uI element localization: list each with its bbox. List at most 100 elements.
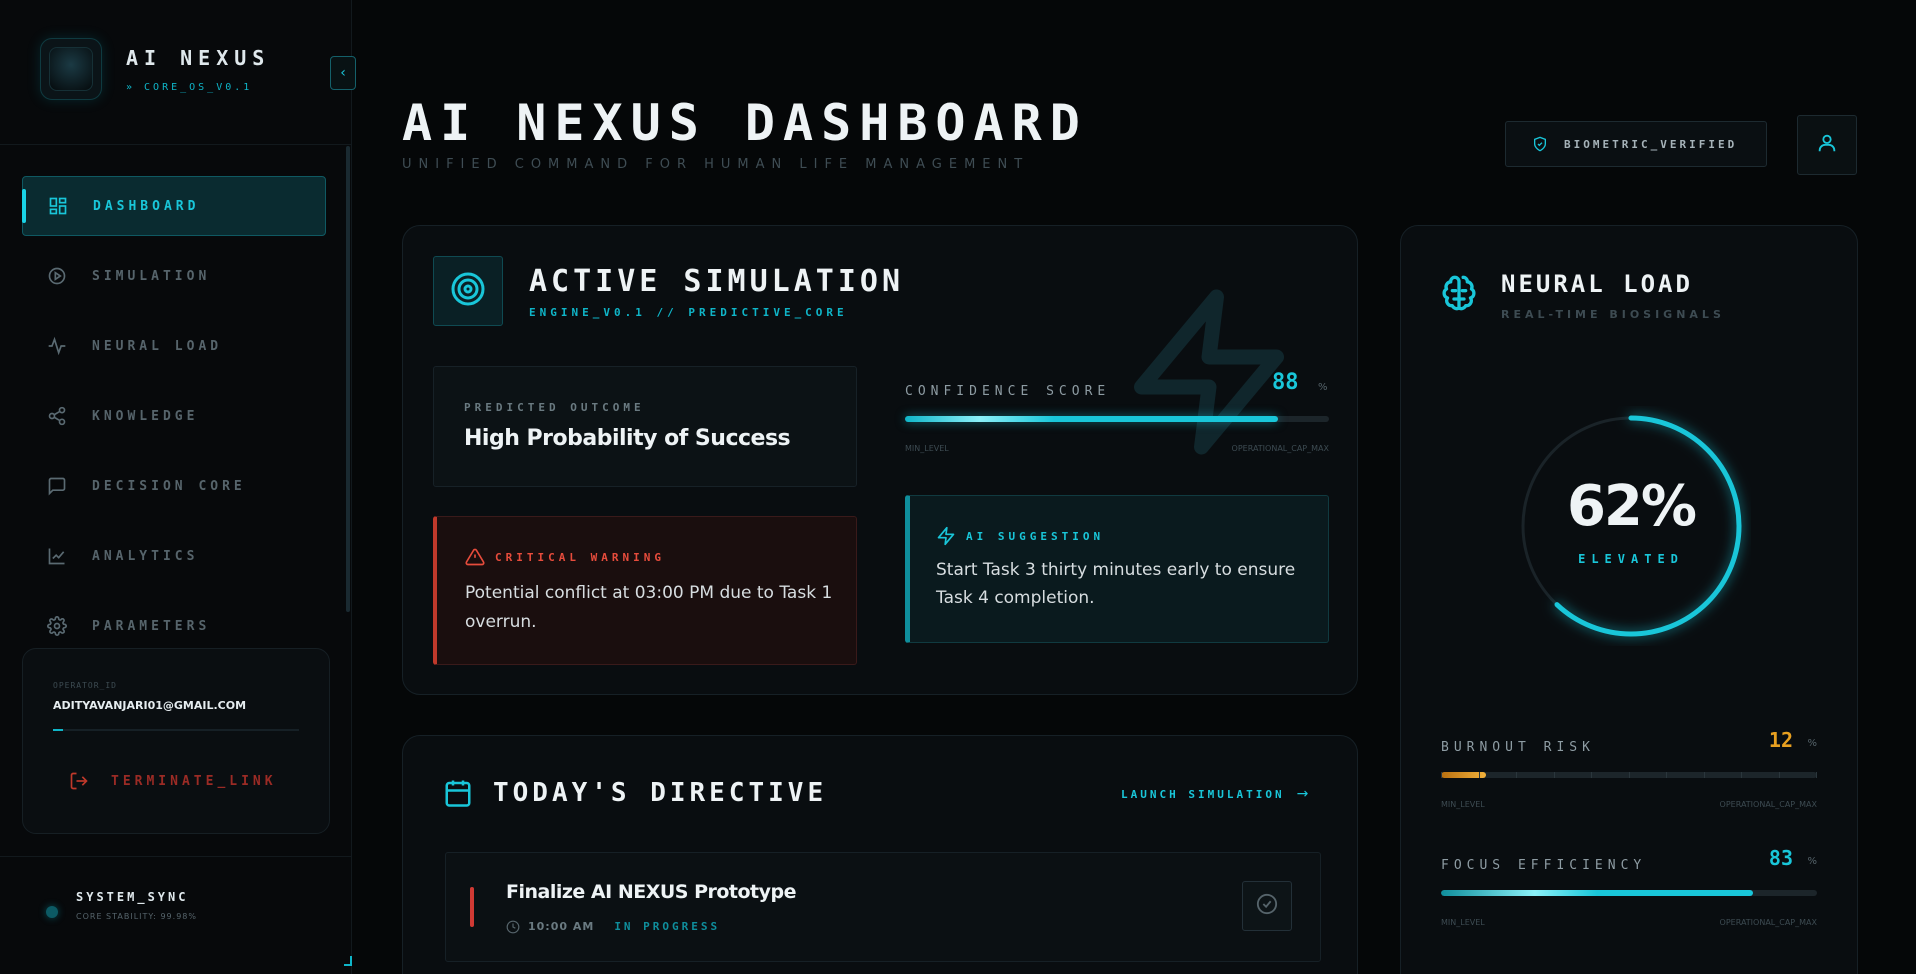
task-time: 10:00 AM: [528, 919, 595, 933]
task-complete-button[interactable]: [1242, 881, 1292, 931]
shield-check-icon: [1532, 136, 1548, 152]
sidebar-item-simulation[interactable]: SIMULATION: [22, 246, 326, 306]
brand-text: AI NEXUS » CORE_OS_V0.1: [126, 46, 270, 93]
alert-triangle-icon: [465, 547, 485, 567]
sync-subtitle: CORE STABILITY: 99.98%: [76, 912, 197, 921]
system-sync-status: SYSTEM_SYNC CORE STABILITY: 99.98%: [46, 890, 197, 921]
burnout-min-label: MIN_LEVEL: [1441, 800, 1485, 809]
simulation-subtitle: ENGINE_V0.1 // PREDICTIVE_CORE: [529, 306, 848, 319]
target-icon: [450, 271, 486, 311]
launch-simulation-button[interactable]: LAUNCH SIMULATION →: [1121, 786, 1308, 802]
neural-load-state: ELEVATED: [1578, 552, 1684, 566]
operator-progress: [53, 729, 299, 731]
sidebar-item-parameters[interactable]: PARAMETERS: [22, 596, 326, 656]
chevron-left-icon: ‹: [340, 65, 346, 81]
neural-subtitle: REAL-TIME BIOSIGNALS: [1501, 308, 1725, 321]
directive-title: TODAY'S DIRECTIVE: [493, 778, 828, 808]
confidence-value: 88: [1272, 370, 1299, 395]
task-title: Finalize AI NEXUS Prototype: [506, 881, 797, 903]
calendar-icon: [443, 778, 473, 808]
sidebar-item-label: ANALYTICS: [92, 548, 199, 564]
confidence-bar: [905, 416, 1329, 422]
neural-title: NEURAL LOAD: [1501, 270, 1693, 298]
message-square-icon: [46, 475, 68, 497]
grid-icon: [47, 195, 69, 217]
logo-image: [49, 47, 93, 91]
task-status: IN PROGRESS: [614, 919, 721, 933]
terminate-link-button[interactable]: TERMINATE_LINK: [69, 771, 277, 791]
user-profile-button[interactable]: [1797, 115, 1857, 175]
confidence-unit: %: [1318, 382, 1328, 393]
page-subtitle: UNIFIED COMMAND FOR HUMAN LIFE MANAGEMEN…: [402, 157, 1030, 172]
sidebar-item-label: SIMULATION: [92, 268, 211, 284]
focus-min-label: MIN_LEVEL: [1441, 918, 1485, 927]
sidebar-item-label: PARAMETERS: [92, 618, 211, 634]
confidence-bar-fill: [905, 416, 1279, 422]
outcome-value: High Probability of Success: [464, 426, 791, 451]
warning-header: CRITICAL WARNING: [465, 547, 665, 567]
arrow-right-icon: →: [1296, 786, 1309, 802]
sidebar-item-dashboard[interactable]: DASHBOARD: [22, 176, 326, 236]
operator-label: OPERATOR_ID: [53, 681, 117, 690]
brain-icon: [1439, 274, 1479, 314]
biometric-label: BIOMETRIC_VERIFIED: [1564, 137, 1738, 151]
sidebar-item-label: KNOWLEDGE: [92, 408, 199, 424]
logo: [40, 38, 102, 100]
sidebar-item-neural-load[interactable]: NEURAL LOAD: [22, 316, 326, 376]
operator-card: OPERATOR_ID ADITYAVANJARI01@GMAIL.COM TE…: [22, 648, 330, 834]
focus-label: FOCUS EFFICIENCY: [1441, 858, 1647, 873]
burnout-label: BURNOUT RISK: [1441, 740, 1595, 755]
sidebar: AI NEXUS » CORE_OS_V0.1 ‹ DASHBOARD SIMU…: [0, 0, 356, 974]
page-title: AI NEXUS DASHBOARD: [402, 94, 1088, 152]
burnout-unit: %: [1807, 738, 1817, 749]
sidebar-item-label: DASHBOARD: [93, 198, 200, 214]
focus-bar-fill: [1441, 890, 1754, 896]
activity-icon: [46, 335, 68, 357]
divider: [0, 144, 352, 145]
focus-max-label: OPERATIONAL_CAP_MAX: [1719, 918, 1817, 927]
sidebar-item-analytics[interactable]: ANALYTICS: [22, 526, 326, 586]
focus-value: 83: [1768, 846, 1793, 870]
operator-email: ADITYAVANJARI01@GMAIL.COM: [53, 699, 247, 712]
burnout-bar: [1441, 772, 1817, 778]
ai-suggestion-box: AI SUGGESTION Start Task 3 thirty minute…: [905, 495, 1329, 643]
sidebar-nav: DASHBOARD SIMULATION NEURAL LOAD KNOWLED…: [22, 176, 326, 666]
sidebar-item-label: DECISION CORE: [92, 478, 246, 494]
burnout-value: 12: [1768, 728, 1793, 752]
sidebar-item-knowledge[interactable]: KNOWLEDGE: [22, 386, 326, 446]
focus-unit: %: [1807, 856, 1817, 867]
sync-title: SYSTEM_SYNC: [76, 890, 189, 904]
logout-icon: [69, 771, 89, 791]
outcome-label: PREDICTED OUTCOME: [464, 401, 645, 414]
divider: [0, 856, 352, 857]
brand[interactable]: AI NEXUS » CORE_OS_V0.1: [40, 38, 270, 100]
bolt-icon: [936, 526, 956, 546]
sidebar-scrollbar[interactable]: [346, 146, 350, 612]
clock-icon: [506, 919, 520, 934]
check-circle-icon: [1256, 893, 1278, 919]
task-item[interactable]: Finalize AI NEXUS Prototype 10:00 AM IN …: [445, 852, 1321, 962]
sidebar-item-decision-core[interactable]: DECISION CORE: [22, 456, 326, 516]
warning-text: Potential conflict at 03:00 PM due to Ta…: [465, 583, 833, 632]
collapse-sidebar-button[interactable]: ‹: [330, 56, 356, 90]
predicted-outcome-box: PREDICTED OUTCOME High Probability of Su…: [433, 366, 857, 487]
terminate-label: TERMINATE_LINK: [111, 773, 277, 789]
neural-load-card: NEURAL LOAD REAL-TIME BIOSIGNALS 62% ELE…: [1400, 225, 1858, 974]
play-circle-icon: [46, 265, 68, 287]
burnout-max-label: OPERATIONAL_CAP_MAX: [1719, 800, 1817, 809]
confidence-min-label: MIN_LEVEL: [905, 444, 949, 453]
focus-bar: [1441, 890, 1817, 896]
suggestion-header: AI SUGGESTION: [936, 526, 1104, 546]
confidence-max-label: OPERATIONAL_CAP_MAX: [1231, 444, 1329, 453]
suggestion-label: AI SUGGESTION: [966, 529, 1105, 543]
operator-progress-fill: [53, 729, 63, 731]
gear-icon: [46, 615, 68, 637]
corner-mark: [344, 956, 352, 966]
todays-directive-card: TODAY'S DIRECTIVE LAUNCH SIMULATION → Fi…: [402, 735, 1358, 974]
user-icon: [1816, 132, 1838, 158]
launch-label: LAUNCH SIMULATION: [1121, 787, 1285, 801]
line-chart-icon: [46, 545, 68, 567]
share-nodes-icon: [46, 405, 68, 427]
biometric-badge: BIOMETRIC_VERIFIED: [1505, 121, 1767, 167]
critical-warning-box: CRITICAL WARNING Potential conflict at 0…: [433, 516, 857, 665]
